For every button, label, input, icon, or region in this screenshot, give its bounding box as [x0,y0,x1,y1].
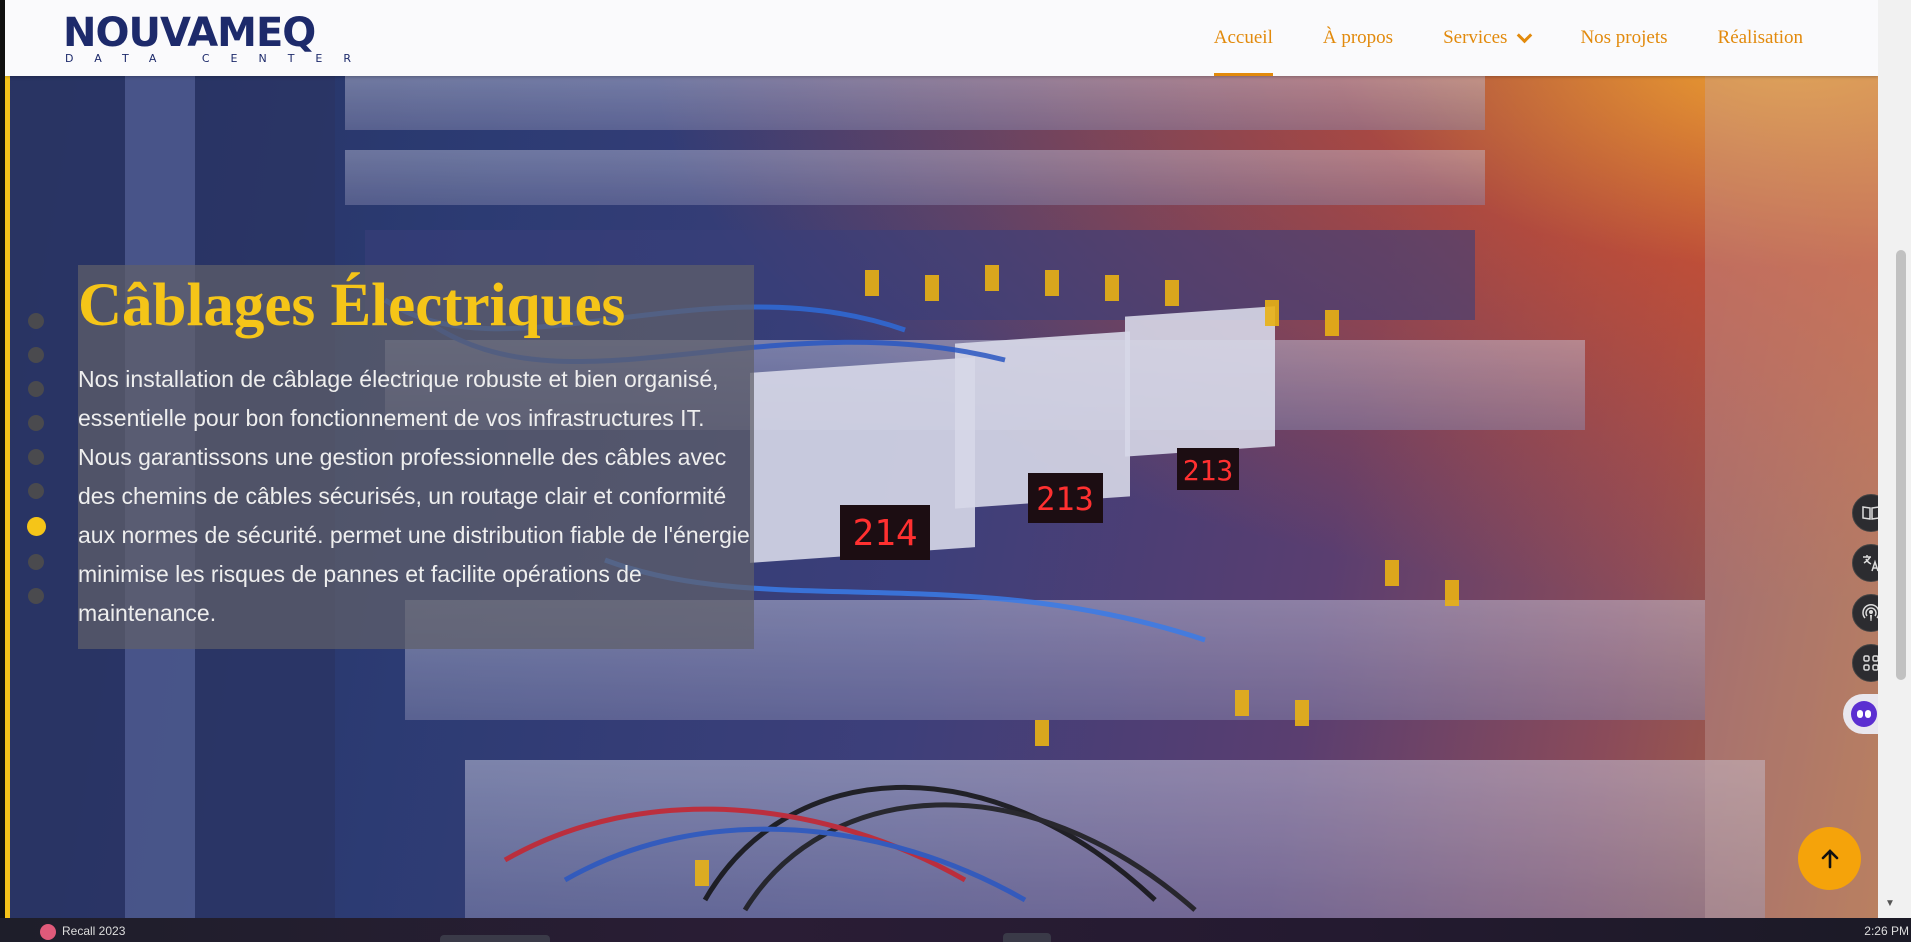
scroll-down-arrow-icon[interactable]: ▼ [1880,898,1900,914]
nav-label: Réalisation [1717,27,1803,48]
hero-left-accent [5,76,10,918]
nav-item-nos-projets[interactable]: Nos projets [1555,0,1692,76]
slide-caption: Câblages Électriques Nos installation de… [78,265,754,649]
nav-label: À propos [1322,27,1394,48]
nav-item-realisation[interactable]: Réalisation [1693,0,1828,76]
slider-dot[interactable] [28,449,44,465]
nav-item-accueil[interactable]: Accueil [1189,0,1298,76]
back-to-top-button[interactable] [1798,827,1861,890]
arrow-up-icon [1821,848,1838,868]
taskbar-clock: 2:26 PM [1864,924,1909,938]
logo-wordmark: NOUVAMEQ [63,10,316,56]
taskbar-item-label[interactable]: Recall 2023 [62,924,125,938]
meter-readout-3: 213 [1183,454,1234,487]
nav-label: Accueil [1213,27,1273,48]
nav-item-a-propos[interactable]: À propos [1298,0,1418,76]
taskbar-search[interactable] [440,935,550,942]
main-nav: Accueil À propos Services Nos projets Ré… [1189,0,1828,76]
taskbar-app-icon[interactable] [40,924,56,940]
slider-dot[interactable] [28,347,44,363]
meter-readout-1: 214 [852,513,917,554]
slider-pagination [27,313,46,622]
nav-item-services[interactable]: Services [1418,0,1555,76]
slider-dot[interactable] [28,415,44,431]
scrollbar-thumb[interactable] [1896,250,1906,680]
chevron-down-icon [1517,27,1533,43]
taskbar-button[interactable] [1003,933,1051,942]
slider-dot[interactable] [28,554,44,570]
slide-title: Câblages Électriques [78,272,626,339]
site-header: NOUVAMEQ DATA CENTER Accueil À propos Se… [5,0,1878,76]
slider-dot[interactable] [27,517,46,536]
assistant-robot-icon [1851,701,1877,727]
slide-description: Nos installation de câblage électrique r… [78,366,750,626]
logo-tagline: DATA CENTER [65,52,373,65]
scrollbar-track[interactable] [1878,0,1911,918]
nav-label: Services [1443,27,1508,48]
slider-dot[interactable] [28,483,44,499]
nav-label: Nos projets [1580,27,1668,48]
meter-readout-2: 213 [1036,480,1094,518]
slider-dot[interactable] [28,313,44,329]
logo[interactable]: NOUVAMEQ DATA CENTER [63,10,351,67]
slider-dot[interactable] [28,588,44,604]
os-taskbar: Recall 2023 2:26 PM [0,918,1911,942]
slider-dot[interactable] [28,381,44,397]
